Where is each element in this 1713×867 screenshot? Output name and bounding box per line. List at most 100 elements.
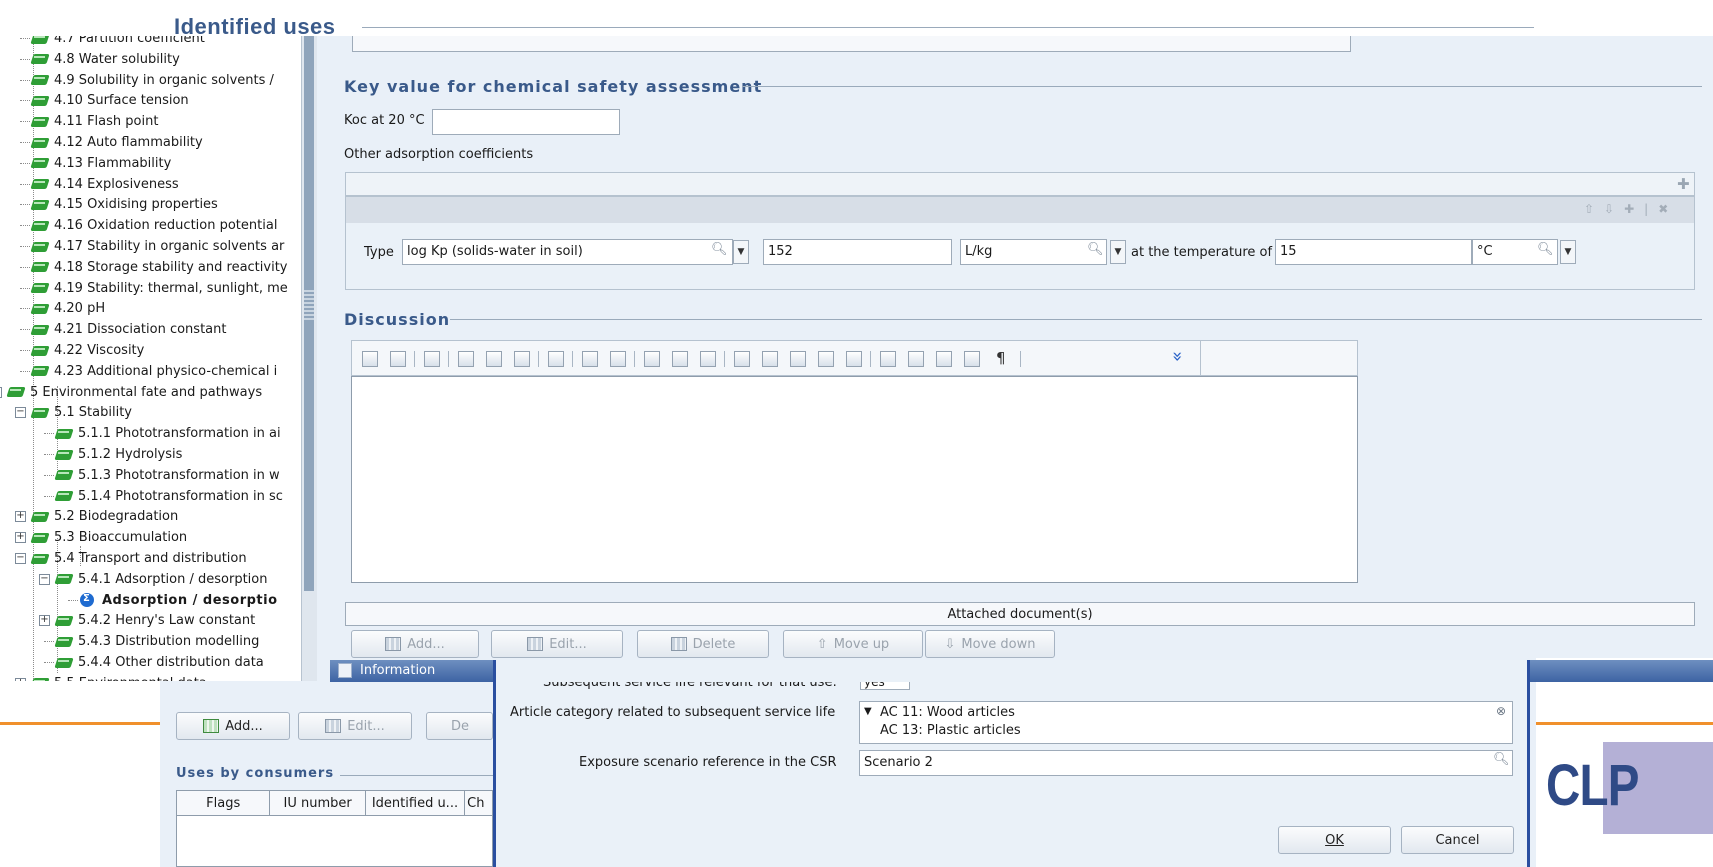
value-input[interactable]: 152 [763, 239, 952, 265]
insert-column-icon[interactable] [700, 351, 716, 367]
tree-item[interactable]: 4.19 Stability: thermal, sunlight, me [20, 278, 288, 299]
uses-by-consumers-table-body[interactable] [176, 816, 493, 867]
discussion-text-area[interactable] [351, 376, 1358, 583]
paste-icon[interactable] [514, 351, 530, 367]
cell-properties-icon[interactable] [908, 351, 924, 367]
expand-toolbar-icon[interactable]: » [1167, 351, 1188, 362]
column-header-identified-use[interactable]: Identified u... [366, 791, 466, 815]
article-category-list[interactable]: ▼ AC 11: Wood articles AC 13: Plastic ar… [859, 701, 1513, 744]
koc-input[interactable] [432, 109, 620, 135]
chart-icon[interactable] [964, 351, 980, 367]
tree-item-label: 5.4.3 Distribution modelling [78, 634, 260, 650]
search-icon[interactable]: 🔍︎ [1087, 242, 1104, 257]
column-header-flags[interactable]: Flags [177, 791, 271, 815]
cancel-button[interactable]: Cancel [1401, 826, 1514, 854]
attachment-add-button[interactable]: Add... [351, 630, 479, 658]
pilcrow-icon[interactable]: ¶ [996, 349, 1006, 367]
temperature-input[interactable]: 15 [1275, 239, 1472, 265]
tree-item[interactable]: − 5 Environmental fate and pathways [0, 382, 262, 403]
ok-button[interactable]: OK [1278, 826, 1391, 854]
scenario-input[interactable]: Scenario 2 [859, 750, 1513, 776]
delete-column-icon[interactable] [818, 351, 834, 367]
tree-item[interactable]: 4.22 Viscosity [20, 340, 144, 361]
collapse-icon[interactable]: − [39, 573, 50, 585]
tree-item[interactable]: − 5.4 Transport and distribution [15, 548, 247, 569]
iu-delete-button[interactable]: De [426, 712, 493, 740]
iu-edit-button[interactable]: Edit... [298, 712, 412, 740]
search-icon[interactable]: 🔍︎ [711, 242, 728, 257]
temperature-unit-dropdown-button[interactable]: ▼ [1560, 240, 1576, 264]
grid-icon[interactable] [880, 351, 896, 367]
tree-item[interactable]: 5.4.3 Distribution modelling [44, 631, 260, 652]
tree-item[interactable]: 4.13 Flammability [20, 153, 171, 174]
tree-item[interactable]: 4.15 Oxidising properties [20, 194, 218, 215]
search-icon[interactable]: 🔍︎ [1493, 752, 1510, 767]
cut-off-text-field[interactable] [352, 36, 1351, 52]
tree-item[interactable]: 5.1.3 Phototransformation in w [44, 465, 280, 486]
tree-item[interactable]: 4.9 Solubility in organic solvents / [20, 70, 274, 91]
block-move-icons[interactable]: ⇧⇩✚|✖ [1584, 202, 1678, 216]
search-icon[interactable]: 🔍︎ [1537, 242, 1554, 257]
service-life-select[interactable]: yes [860, 682, 910, 690]
collapse-icon[interactable]: − [15, 553, 26, 564]
cut-icon[interactable] [486, 351, 502, 367]
new-document-icon[interactable] [362, 351, 378, 367]
insert-table-icon[interactable] [644, 351, 660, 367]
splitter-grip[interactable] [304, 290, 314, 320]
attachment-move-up-button[interactable]: ⇧ Move up [783, 630, 923, 658]
tree-item[interactable]: 4.10 Surface tension [20, 90, 189, 111]
expand-icon[interactable]: + [15, 677, 26, 681]
expand-icon[interactable]: + [15, 511, 26, 523]
tree-item[interactable]: 5.1.4 Phototransformation in sc [44, 486, 283, 507]
split-cell-icon[interactable] [734, 351, 750, 367]
open-document-icon[interactable] [390, 351, 406, 367]
image-icon[interactable] [936, 351, 952, 367]
table-icon[interactable] [548, 351, 564, 367]
tree-item[interactable]: 4.18 Storage stability and reactivity [20, 257, 288, 278]
tree-item[interactable]: +5.4.2 Henry's Law constant [39, 610, 255, 631]
tree-item[interactable]: 4.12 Auto flammability [20, 132, 203, 153]
tree-item[interactable]: 4.17 Stability in organic solvents ar [20, 236, 284, 257]
expand-icon[interactable]: + [39, 615, 50, 627]
unit-dropdown-button[interactable]: ▼ [1110, 240, 1126, 264]
tree-item[interactable]: +5.3 Bioaccumulation [15, 527, 187, 548]
expand-icon[interactable]: + [15, 532, 26, 544]
tree-item[interactable]: 5.1.2 Hydrolysis [44, 444, 182, 465]
collapse-icon[interactable]: − [15, 407, 26, 419]
delete-row-icon[interactable] [790, 351, 806, 367]
table-properties-icon[interactable] [846, 351, 862, 367]
copy-icon[interactable] [458, 351, 474, 367]
print-icon[interactable] [424, 351, 440, 367]
attachment-delete-button[interactable]: Delete [637, 630, 769, 658]
tree-item[interactable]: 4.23 Additional physico-chemical i [20, 361, 277, 382]
insert-row-icon[interactable] [672, 351, 688, 367]
tree-item[interactable]: +5.2 Biodegradation [15, 506, 178, 527]
tree-item[interactable]: − 5.4.1 Adsorption / desorption [39, 569, 267, 590]
tree-item[interactable]: 4.14 Explosiveness [20, 174, 179, 195]
merge-cell-icon[interactable] [762, 351, 778, 367]
type-dropdown-button[interactable]: ▼ [733, 240, 749, 264]
tree-item[interactable]: − 5.1 Stability [15, 402, 132, 423]
unit-select[interactable]: L/kg [960, 239, 1107, 265]
column-header-ch[interactable]: Ch [465, 791, 492, 815]
collapse-arrow-icon[interactable]: ▼ [864, 706, 872, 717]
tree-item[interactable]: 4.21 Dissociation constant [20, 319, 226, 340]
attachment-edit-button[interactable]: Edit... [491, 630, 623, 658]
tree-item[interactable]: 4.16 Oxidation reduction potential [20, 215, 277, 236]
collapse-icon[interactable]: − [0, 386, 2, 398]
clear-icon[interactable]: ⊗ [1496, 704, 1506, 718]
tree-item[interactable]: 4.20 pH [20, 298, 105, 319]
tree-item[interactable]: 4.8 Water solubility [20, 49, 180, 70]
add-block-icon[interactable]: ✚ [1677, 175, 1690, 193]
tree-item[interactable]: 4.11 Flash point [20, 111, 158, 132]
tree-item-selected[interactable]: Adsorption / desorptio [68, 590, 278, 611]
type-select[interactable]: log Kp (solids-water in soil) [402, 239, 733, 265]
tree-item[interactable]: 5.1.1 Phototransformation in ai [44, 423, 281, 444]
attachment-move-down-button[interactable]: ⇩ Move down [925, 630, 1055, 658]
iu-add-button[interactable]: Add... [176, 712, 290, 740]
tree-item[interactable]: 5.4.4 Other distribution data [44, 652, 264, 673]
tree-item[interactable]: +5.5 Environmental data [15, 673, 207, 681]
column-header-iu-number[interactable]: IU number [270, 791, 366, 815]
redo-icon[interactable] [610, 351, 626, 367]
undo-icon[interactable] [582, 351, 598, 367]
